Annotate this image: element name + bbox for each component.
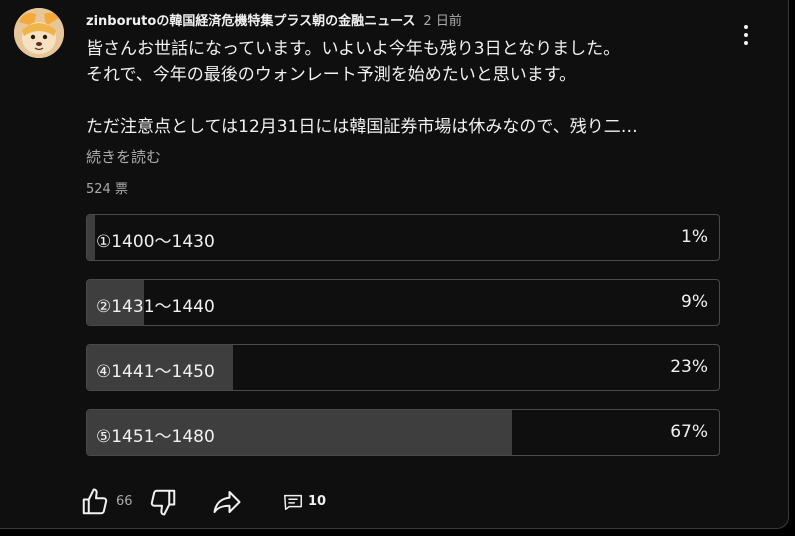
menu-dot xyxy=(744,33,748,37)
menu-dot xyxy=(744,41,748,45)
poll-option[interactable]: ④1441〜1450 23% xyxy=(86,344,720,391)
community-post-card: zinborutoの韓国経済危機特集プラス朝の金融ニュース 2 日前 皆さんお世話… xyxy=(0,0,789,529)
like-count: 66 xyxy=(116,494,133,509)
like-button[interactable] xyxy=(80,486,110,518)
poll-option-label: ②1431〜1440 xyxy=(96,297,215,317)
post-text-line xyxy=(86,88,726,114)
poll-option-percent: 9% xyxy=(681,292,708,312)
read-more-link[interactable]: 続きを読む xyxy=(86,146,161,167)
poll-option-label: ①1400〜1430 xyxy=(96,232,215,252)
action-bar: 66 10 xyxy=(80,486,380,518)
post-text-line: それで、今年の最後のウォンレート予測を始めたいと思います。 xyxy=(86,65,577,85)
menu-dot xyxy=(744,25,748,29)
thumbs-up-icon xyxy=(82,488,108,515)
comment-icon xyxy=(284,494,302,511)
poll-option[interactable]: ⑤1451〜1480 67% xyxy=(86,409,720,456)
vote-count: 524 票 xyxy=(86,182,128,197)
thumbs-down-icon xyxy=(150,489,176,516)
poll-option[interactable]: ①1400〜1430 1% xyxy=(86,214,720,261)
comment-count[interactable]: 10 xyxy=(308,494,326,509)
author-name[interactable]: zinborutoの韓国経済危機特集プラス朝の金融ニュース xyxy=(86,14,415,29)
poll-option-label: ⑤1451〜1480 xyxy=(96,427,215,447)
poll-option-percent: 1% xyxy=(681,227,708,247)
share-button[interactable] xyxy=(212,486,242,518)
more-options-button[interactable] xyxy=(736,22,756,48)
poll-option-label: ④1441〜1450 xyxy=(96,362,215,382)
post-text-line: ただ注意点としては12月31日には韓国証券市場は休みなので、残り二… xyxy=(86,117,638,137)
author-avatar[interactable] xyxy=(14,8,64,58)
post-text-line: 皆さんお世話になっています。いよいよ今年も残り3日となりました。 xyxy=(86,39,621,59)
poll-bar-fill xyxy=(87,215,95,260)
dislike-button[interactable] xyxy=(148,486,178,518)
poll-option-percent: 67% xyxy=(670,422,708,442)
post-header: zinborutoの韓国経済危機特集プラス朝の金融ニュース 2 日前 xyxy=(86,10,462,29)
poll: ①1400〜1430 1% ②1431〜1440 9% ④1441〜1450 2… xyxy=(86,214,720,474)
comments-button[interactable] xyxy=(282,486,304,518)
share-icon xyxy=(213,491,241,513)
post-text: 皆さんお世話になっています。いよいよ今年も残り3日となりました。 それで、今年の… xyxy=(86,36,726,140)
poll-option-percent: 23% xyxy=(670,357,708,377)
post-date[interactable]: 2 日前 xyxy=(423,14,461,29)
avatar-image xyxy=(14,8,64,58)
poll-option[interactable]: ②1431〜1440 9% xyxy=(86,279,720,326)
